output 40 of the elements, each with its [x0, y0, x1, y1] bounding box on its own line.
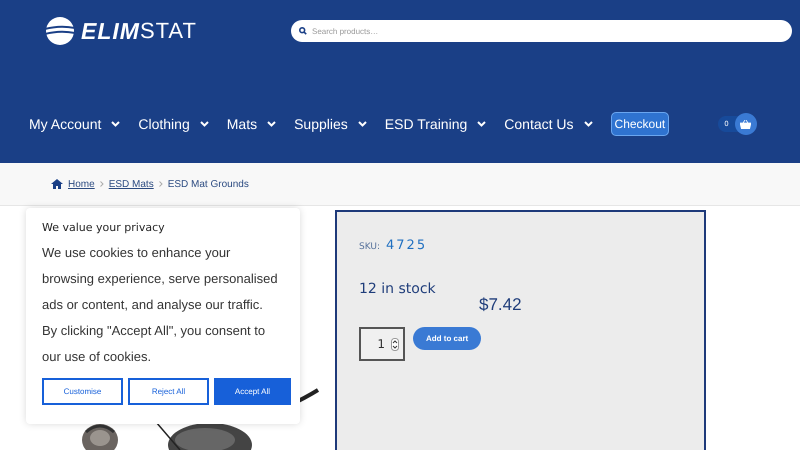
chevron-down-icon	[477, 121, 486, 127]
stock-status: 12 in stock	[359, 281, 437, 297]
nav-item[interactable]: Supplies	[294, 116, 367, 132]
breadcrumb-current: ESD Mat Grounds	[168, 178, 249, 190]
add-to-cart-button[interactable]: Add to cart	[413, 327, 482, 350]
price: $7.42	[479, 295, 523, 315]
breadcrumb-link[interactable]: Home	[68, 178, 95, 190]
nav-item[interactable]: ESD Training	[384, 116, 486, 132]
chevron-right-icon	[100, 181, 104, 187]
home-icon[interactable]	[51, 179, 63, 189]
logo[interactable]: ELIMSTAT	[45, 17, 291, 45]
checkout-button[interactable]: Checkout	[610, 112, 670, 136]
chevron-down-icon	[584, 121, 593, 127]
stepper-icon[interactable]	[391, 338, 399, 350]
search-bar[interactable]: Search products…	[291, 20, 792, 42]
logo-text: STAT	[140, 18, 197, 44]
quantity-field[interactable]: 1	[359, 327, 405, 361]
logo-icon	[45, 17, 75, 45]
chevron-down-icon	[111, 121, 120, 127]
chevron-down-icon	[200, 121, 209, 127]
cookie-button[interactable]: Customise	[42, 378, 123, 405]
nav-item[interactable]: My Account	[29, 116, 120, 132]
sku-label: SKU:	[359, 242, 380, 252]
sku-value: 4725	[386, 238, 428, 253]
breadcrumb-link[interactable]: ESD Mats	[108, 178, 154, 190]
chevron-down-icon	[267, 121, 276, 127]
dialog-title: We value your privacy	[42, 221, 166, 234]
cookie-button[interactable]: Accept All	[214, 378, 291, 405]
nav-item[interactable]: Contact Us	[504, 116, 593, 132]
nav-item[interactable]: Mats	[226, 116, 276, 132]
chevron-down-icon	[358, 121, 367, 127]
search-field[interactable]: Search products…	[312, 26, 784, 36]
basket-icon	[740, 120, 752, 128]
cookie-button[interactable]: Reject All	[128, 378, 209, 405]
search-icon	[299, 27, 307, 35]
cart-button[interactable]	[734, 113, 757, 135]
dialog-text: We use cookies to enhance your browsing experience, serve personalised ads or content, and analyse our traffic. By clicking "Accept All", you consent to our use of cookies.	[42, 244, 278, 366]
nav-item[interactable]: Clothing	[138, 116, 209, 132]
logo-text: ELIM	[81, 18, 140, 44]
chevron-right-icon	[158, 181, 163, 187]
